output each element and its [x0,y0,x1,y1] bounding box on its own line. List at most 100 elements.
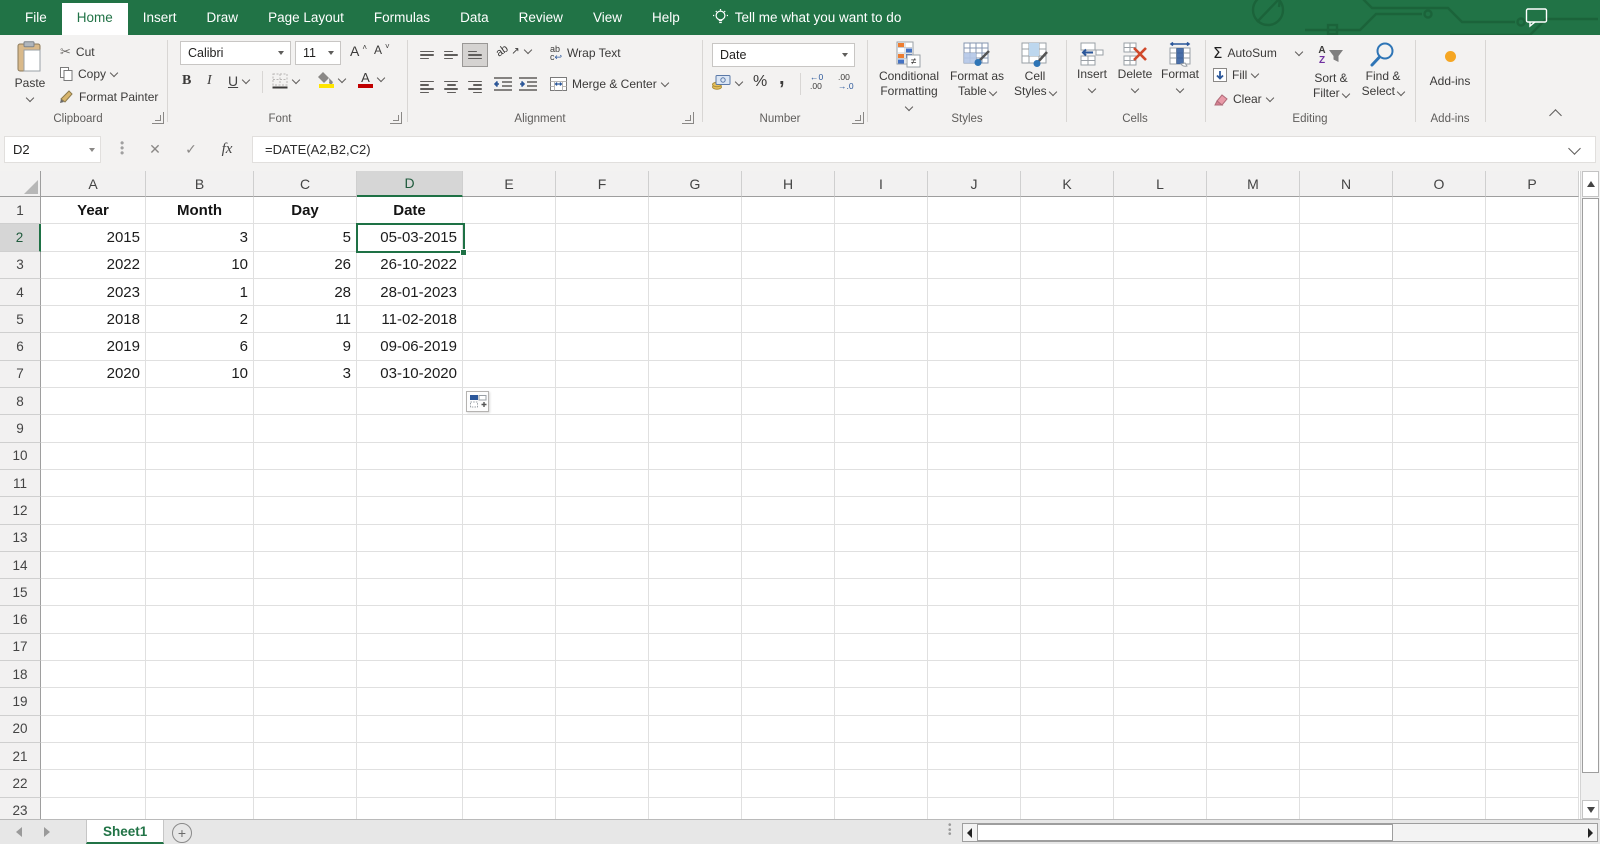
cell-H10[interactable] [742,443,835,470]
cell-C23[interactable] [254,798,357,819]
cell-E21[interactable] [463,743,556,770]
row-header-23[interactable]: 23 [0,798,41,819]
cell-C1[interactable]: Day [254,197,357,224]
vertical-scrollbar-thumb[interactable] [1582,198,1599,773]
cell-M15[interactable] [1207,579,1300,606]
cell-P10[interactable] [1486,443,1579,470]
cell-O10[interactable] [1393,443,1486,470]
wrap-text-button[interactable]: abc↩ Wrap Text [550,45,621,61]
cell-D6[interactable]: 09-06-2019 [357,333,463,360]
cell-L11[interactable] [1114,470,1207,497]
align-left-button[interactable] [414,75,440,99]
cell-I4[interactable] [835,279,928,306]
borders-button[interactable] [272,73,299,89]
cell-styles-button[interactable]: Cell Styles [1010,41,1060,99]
fill-color-button[interactable] [318,72,345,88]
cell-J21[interactable] [928,743,1021,770]
cell-M7[interactable] [1207,361,1300,388]
cell-N22[interactable] [1300,770,1393,797]
cell-N14[interactable] [1300,552,1393,579]
cell-E23[interactable] [463,798,556,819]
cell-K18[interactable] [1021,661,1114,688]
sheet-tab-active[interactable]: Sheet1 [86,820,164,844]
cell-M13[interactable] [1207,525,1300,552]
cell-B5[interactable]: 2 [146,306,254,333]
cell-H3[interactable] [742,252,835,279]
cell-N17[interactable] [1300,634,1393,661]
cell-P15[interactable] [1486,579,1579,606]
cell-O12[interactable] [1393,497,1486,524]
column-header-C[interactable]: C [254,171,357,197]
cell-G14[interactable] [649,552,742,579]
alignment-dialog-launcher[interactable] [682,112,694,124]
cell-G2[interactable] [649,224,742,251]
column-header-G[interactable]: G [649,171,742,197]
cell-E19[interactable] [463,688,556,715]
cell-N12[interactable] [1300,497,1393,524]
cell-A23[interactable] [41,798,146,819]
insert-cells-button[interactable]: Insert [1072,41,1112,92]
row-header-2[interactable]: 2 [0,224,41,251]
row-header-13[interactable]: 13 [0,525,41,552]
cell-P4[interactable] [1486,279,1579,306]
cell-I21[interactable] [835,743,928,770]
cell-O9[interactable] [1393,415,1486,442]
copy-button[interactable]: Copy [60,67,117,81]
cell-G7[interactable] [649,361,742,388]
cell-E15[interactable] [463,579,556,606]
increase-font-size-button[interactable]: A˄ [350,43,367,59]
cell-H11[interactable] [742,470,835,497]
row-header-19[interactable]: 19 [0,688,41,715]
cell-A15[interactable] [41,579,146,606]
cell-N8[interactable] [1300,388,1393,415]
cell-I10[interactable] [835,443,928,470]
bold-button[interactable]: B [182,73,191,89]
cell-M21[interactable] [1207,743,1300,770]
cell-C18[interactable] [254,661,357,688]
cell-H18[interactable] [742,661,835,688]
cell-M14[interactable] [1207,552,1300,579]
cell-F13[interactable] [556,525,649,552]
tab-page-layout[interactable]: Page Layout [253,0,359,35]
format-painter-button[interactable]: Format Painter [60,90,158,104]
cell-D5[interactable]: 11-02-2018 [357,306,463,333]
cell-A20[interactable] [41,716,146,743]
increase-indent-button[interactable] [519,77,537,91]
cell-M17[interactable] [1207,634,1300,661]
conditional-formatting-button[interactable]: ≠ Conditional Formatting [876,41,942,114]
row-header-18[interactable]: 18 [0,661,41,688]
cell-N19[interactable] [1300,688,1393,715]
cell-N21[interactable] [1300,743,1393,770]
cell-I5[interactable] [835,306,928,333]
column-header-D[interactable]: D [357,171,463,197]
cell-E11[interactable] [463,470,556,497]
cell-L14[interactable] [1114,552,1207,579]
cell-B20[interactable] [146,716,254,743]
cell-G6[interactable] [649,333,742,360]
cell-J1[interactable] [928,197,1021,224]
cell-L6[interactable] [1114,333,1207,360]
collapse-ribbon-button[interactable] [1549,109,1562,122]
cell-P8[interactable] [1486,388,1579,415]
cell-E20[interactable] [463,716,556,743]
horizontal-scrollbar[interactable] [962,823,1598,842]
cell-G9[interactable] [649,415,742,442]
cell-J11[interactable] [928,470,1021,497]
cell-B3[interactable]: 10 [146,252,254,279]
cell-P5[interactable] [1486,306,1579,333]
cell-G12[interactable] [649,497,742,524]
row-header-3[interactable]: 3 [0,252,41,279]
cell-O16[interactable] [1393,606,1486,633]
row-header-7[interactable]: 7 [0,361,41,388]
cell-D11[interactable] [357,470,463,497]
cell-I17[interactable] [835,634,928,661]
cell-B6[interactable]: 6 [146,333,254,360]
cell-K21[interactable] [1021,743,1114,770]
cell-L15[interactable] [1114,579,1207,606]
cell-D10[interactable] [357,443,463,470]
cell-K4[interactable] [1021,279,1114,306]
cell-C2[interactable]: 5 [254,224,357,251]
cell-M23[interactable] [1207,798,1300,819]
decrease-font-size-button[interactable]: A˅ [374,43,390,57]
cell-K23[interactable] [1021,798,1114,819]
